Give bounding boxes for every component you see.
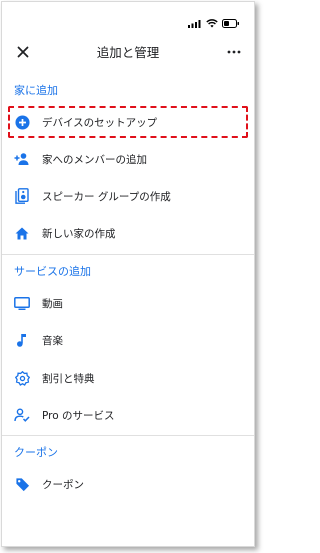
speaker-group-icon: [14, 188, 30, 204]
speaker-group-item[interactable]: スピーカー グループの作成: [2, 178, 254, 214]
section-header-coupons: クーポン: [14, 446, 58, 459]
section-header-add-home: 家に追加: [14, 84, 58, 97]
music-label: 音楽: [42, 334, 63, 347]
phone-screen: 追加と管理 家に追加 デバイスのセットアップ 家へのメンバーの追加 スピーカー …: [1, 1, 255, 547]
more-options-icon[interactable]: [226, 44, 242, 58]
home-icon: [14, 225, 30, 241]
pro-services-label: Pro のサービス: [42, 409, 115, 422]
music-note-icon: [14, 332, 30, 348]
video-label: 動画: [42, 297, 63, 310]
new-home-label: 新しい家の作成: [42, 227, 116, 240]
signal-icon: [188, 13, 202, 32]
divider: [2, 435, 254, 436]
wifi-icon: [206, 13, 218, 32]
pro-services-item[interactable]: Pro のサービス: [2, 397, 254, 433]
add-member-label: 家へのメンバーの追加: [42, 153, 147, 166]
highlight-box: [8, 106, 248, 138]
status-icons: [188, 13, 240, 32]
music-item[interactable]: 音楽: [2, 322, 254, 358]
page-title: 追加と管理: [96, 45, 160, 60]
discount-badge-icon: [14, 370, 30, 386]
page: 追加と管理 家に追加 デバイスのセットアップ 家へのメンバーの追加 スピーカー …: [0, 0, 262, 553]
pro-services-icon: [14, 407, 30, 423]
tag-icon: [14, 476, 30, 492]
coupon-label: クーポン: [42, 478, 84, 491]
section-header-add-services: サービスの追加: [14, 265, 91, 278]
speaker-group-label: スピーカー グループの作成: [42, 190, 171, 203]
discounts-item[interactable]: 割引と特典: [2, 360, 254, 396]
new-home-item[interactable]: 新しい家の作成: [2, 215, 254, 251]
divider: [2, 254, 254, 255]
video-item[interactable]: 動画: [2, 285, 254, 321]
person-add-icon: [14, 151, 30, 167]
status-bar: [2, 2, 254, 32]
app-bar: 追加と管理: [2, 32, 254, 72]
coupon-item[interactable]: クーポン: [2, 466, 254, 502]
battery-icon: [222, 13, 240, 32]
tv-icon: [14, 295, 30, 311]
discounts-label: 割引と特典: [42, 372, 95, 385]
add-member-item[interactable]: 家へのメンバーの追加: [2, 141, 254, 177]
